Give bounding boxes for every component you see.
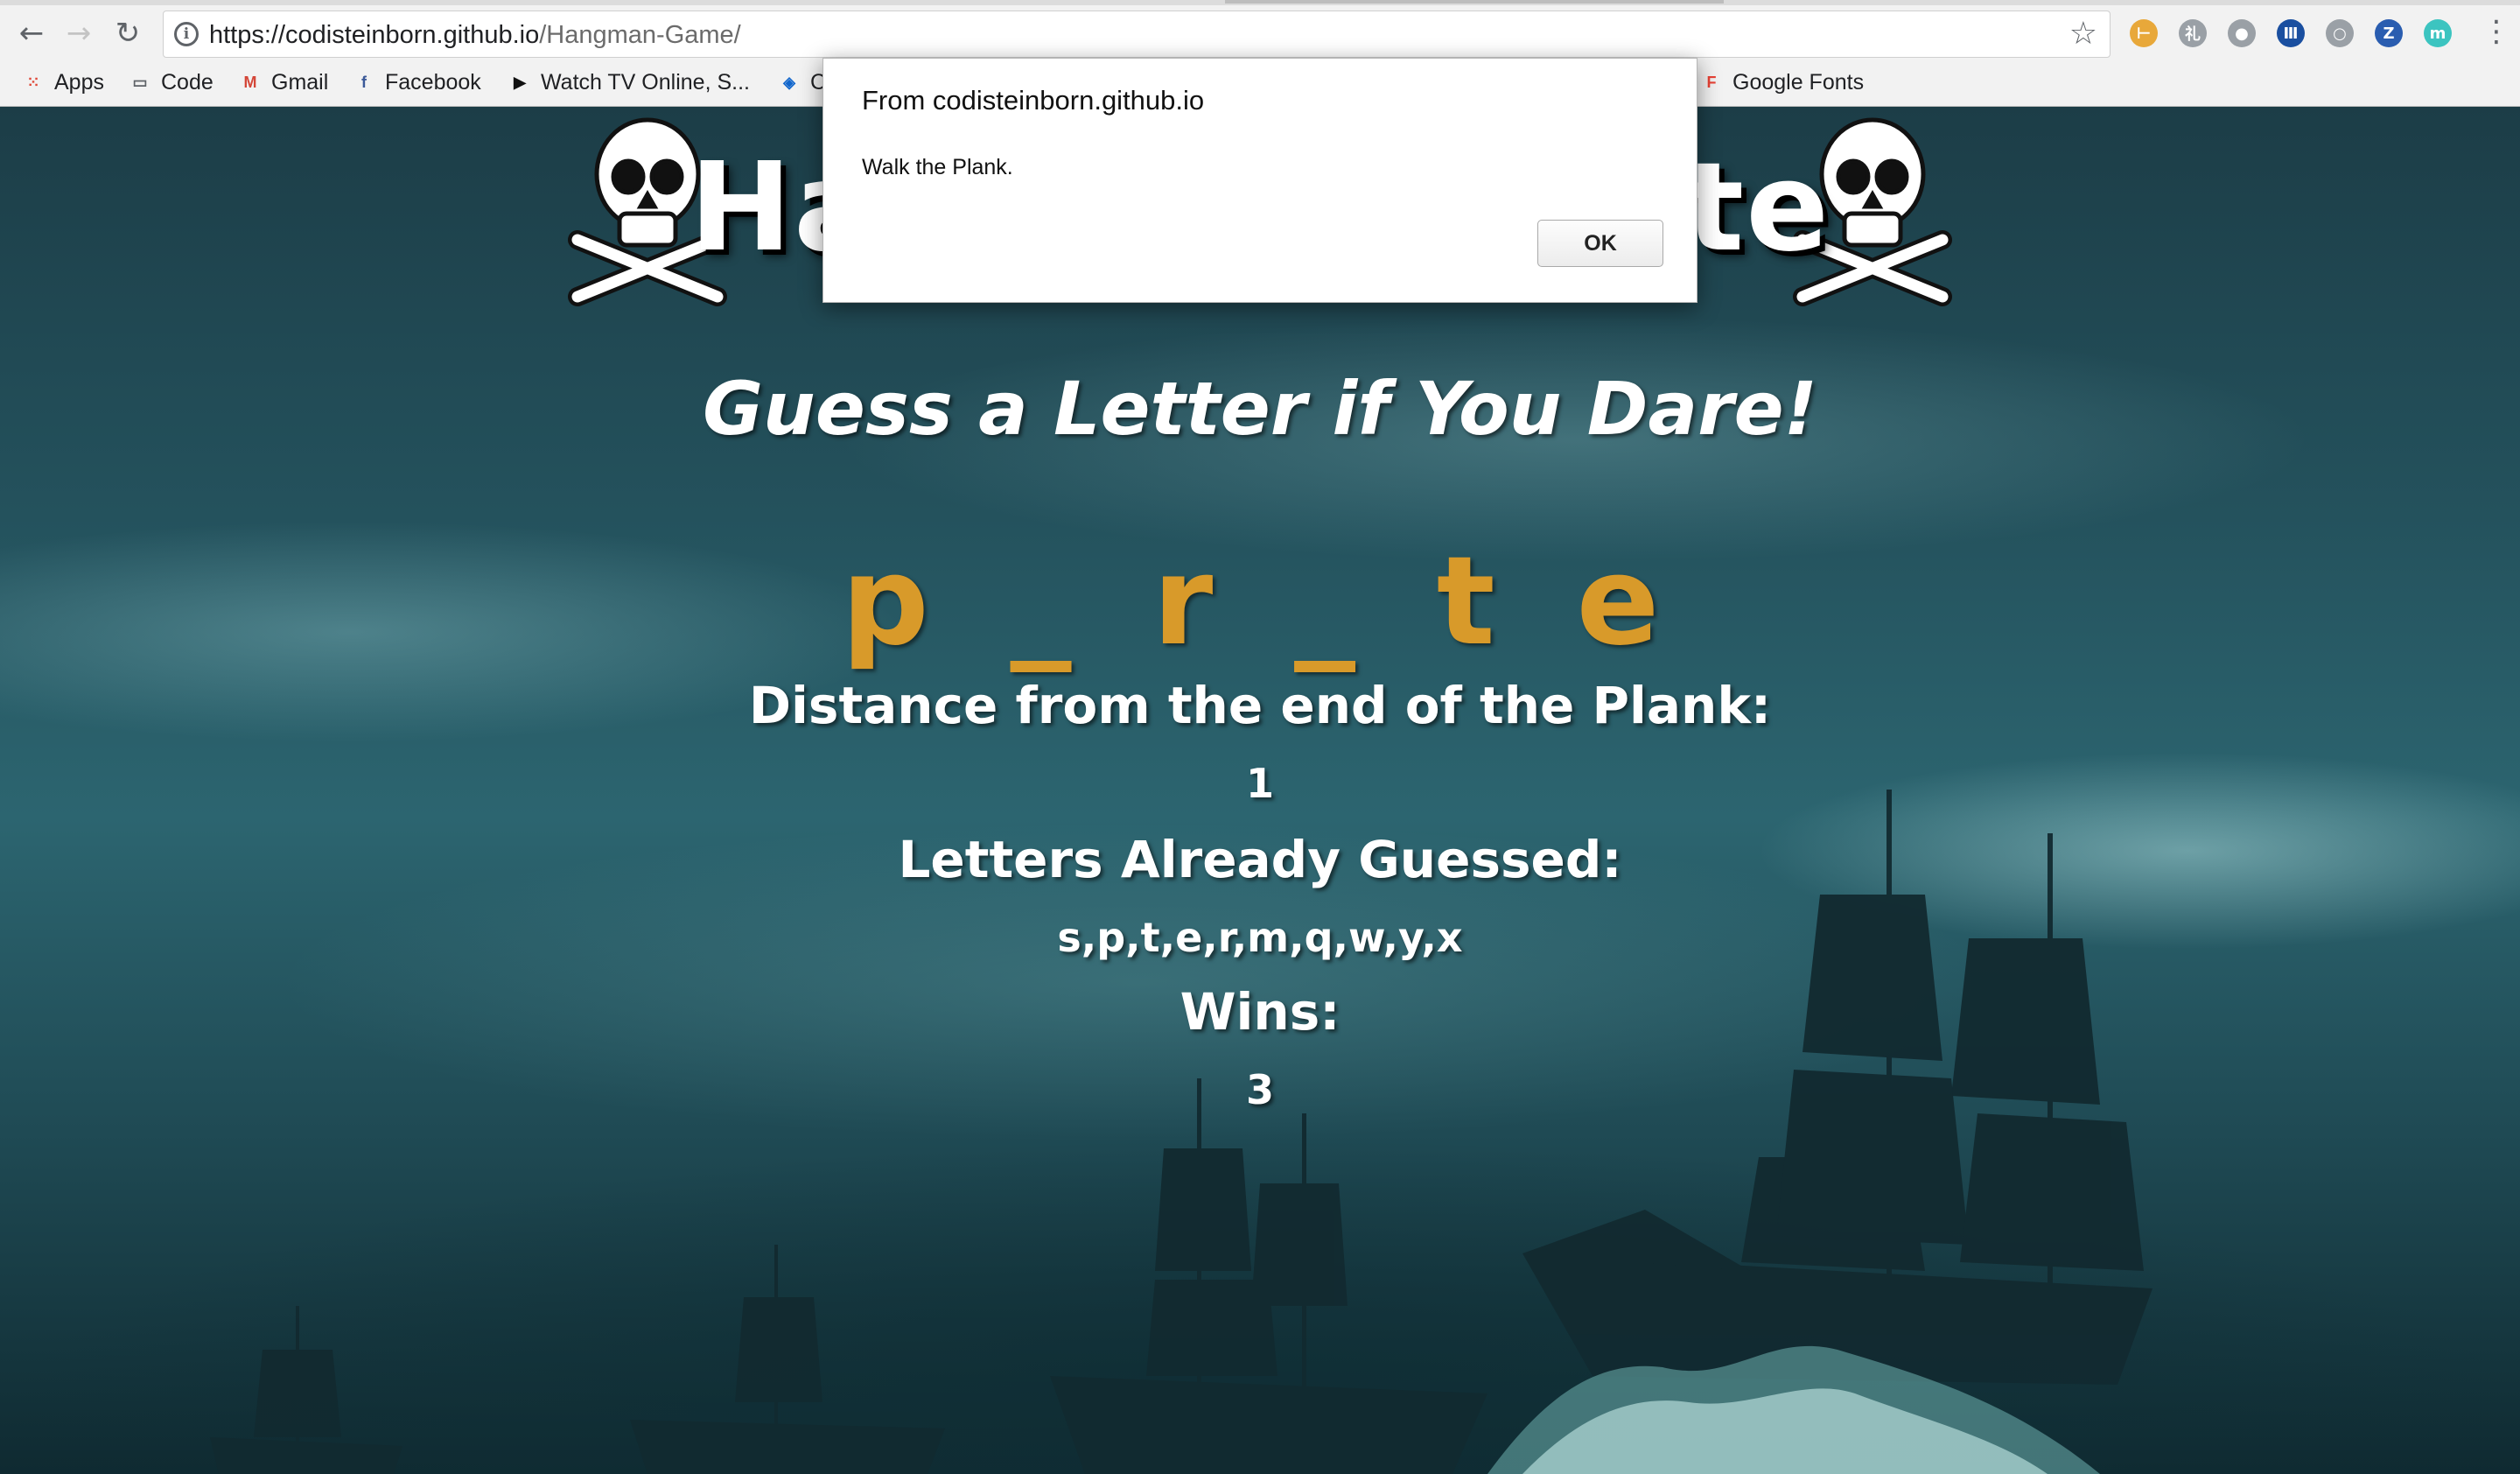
- alert-message: Walk the Plank.: [862, 155, 1013, 179]
- tag-extension-icon[interactable]: ⊢: [2130, 19, 2158, 47]
- barcode-extension-icon[interactable]: Ⅲ: [2277, 19, 2305, 47]
- folder-icon: ▭: [132, 73, 148, 91]
- circle-extension-icon[interactable]: ○: [2326, 19, 2354, 47]
- url-domain: https://codisteinborn.github.io: [209, 21, 540, 49]
- bookmark-item[interactable]: ▭ Code: [128, 63, 214, 102]
- word-display: p _ r _ t e: [841, 530, 1679, 673]
- star-icon[interactable]: ☆: [2069, 16, 2097, 52]
- address-bar[interactable]: i https://codisteinborn.github.io/Hangma…: [163, 11, 2110, 58]
- forward-icon[interactable]: →: [58, 12, 100, 54]
- bookmark-item[interactable]: ▶ Watch TV Online, S...: [508, 63, 750, 102]
- bookmark-label: Gmail: [271, 69, 329, 95]
- bookmark-label: Apps: [54, 69, 104, 95]
- distance-label: Distance from the end of the Plank:: [748, 676, 1772, 735]
- play-icon: ▶: [514, 73, 526, 91]
- bookmark-label: Watch TV Online, S...: [541, 69, 750, 95]
- kanji-extension-icon[interactable]: 礼: [2179, 19, 2207, 47]
- chat-extension-icon[interactable]: ●: [2228, 19, 2256, 47]
- alert-title: From codisteinborn.github.io: [862, 85, 1205, 116]
- url-text[interactable]: https://codisteinborn.github.io/Hangman-…: [209, 21, 741, 50]
- info-icon[interactable]: i: [174, 22, 199, 46]
- bookmark-item[interactable]: F Google Fonts: [1699, 63, 1865, 102]
- reload-icon[interactable]: ↻: [107, 12, 149, 54]
- bookmark-item[interactable]: ◈ C: [777, 63, 826, 102]
- guessed-label: Letters Already Guessed:: [898, 830, 1622, 889]
- apps-grid-icon: ⁙: [26, 73, 40, 91]
- tab-strip: [0, 0, 2520, 5]
- wins-label: Wins:: [1180, 982, 1340, 1042]
- bookmark-label: Code: [161, 69, 214, 95]
- bookmark-item[interactable]: ⁙ Apps: [21, 63, 104, 102]
- bookmark-label: Google Fonts: [1732, 69, 1865, 95]
- alert-dialog: From codisteinborn.github.io Walk the Pl…: [822, 58, 1698, 303]
- url-path: /Hangman-Game/: [539, 21, 741, 49]
- google-fonts-icon: F: [1706, 73, 1717, 91]
- game-page: Hangman Pirate Guess a Letter if You Dar…: [0, 107, 2520, 1474]
- m-extension-icon[interactable]: m: [2424, 19, 2452, 47]
- chase-icon: ◈: [783, 73, 795, 91]
- bookmark-item[interactable]: f Facebook: [352, 63, 481, 102]
- ok-button[interactable]: OK: [1537, 220, 1663, 267]
- bookmark-label: Facebook: [385, 69, 481, 95]
- subtitle: Guess a Letter if You Dare!: [703, 366, 1817, 452]
- guessed-value: s,p,t,e,r,m,q,w,y,x: [1057, 914, 1463, 961]
- facebook-icon: f: [361, 73, 367, 91]
- gmail-icon: M: [243, 73, 257, 91]
- z-extension-icon[interactable]: Z: [2375, 19, 2403, 47]
- active-tab-indicator: [1225, 0, 1724, 4]
- distance-value: 1: [1245, 760, 1274, 807]
- bookmark-item[interactable]: M Gmail: [238, 63, 329, 102]
- back-icon[interactable]: ←: [10, 12, 52, 54]
- wins-value: 3: [1245, 1066, 1274, 1113]
- menu-icon[interactable]: ⋮: [2482, 14, 2511, 49]
